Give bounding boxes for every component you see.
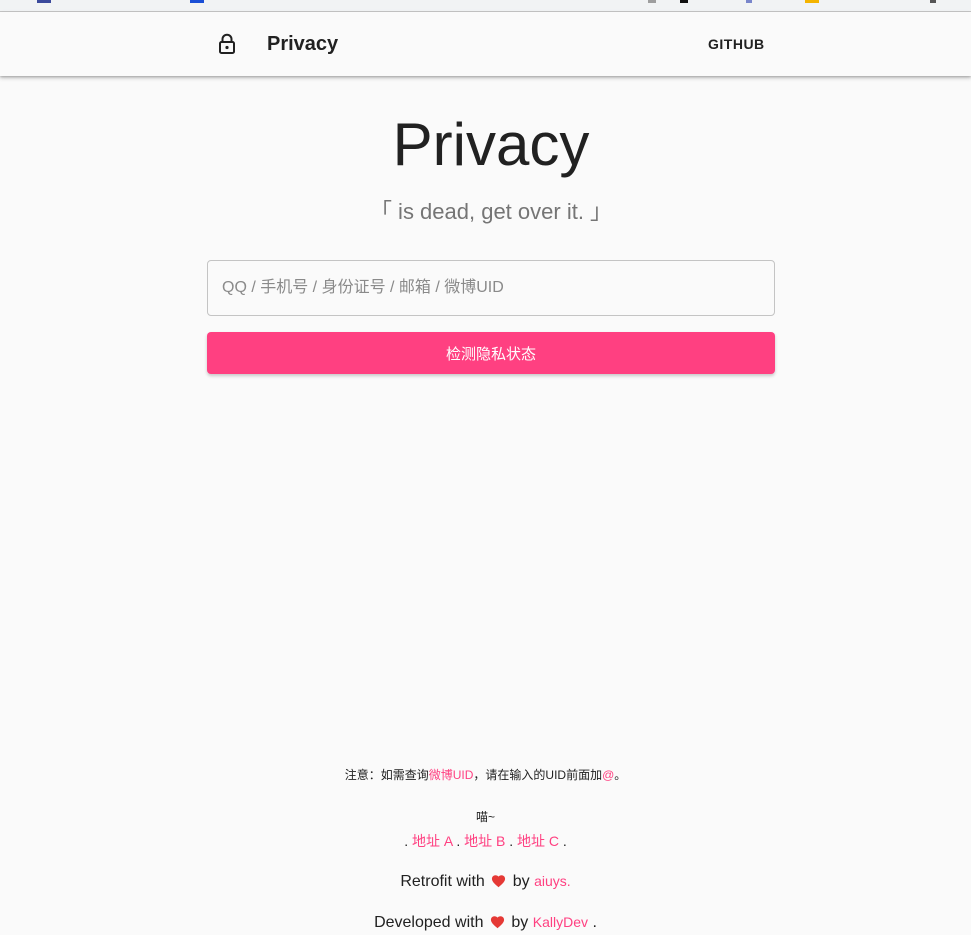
developed-suffix: . — [592, 914, 597, 931]
browser-extension-marker — [805, 0, 819, 3]
developed-prefix: Developed with — [374, 914, 484, 931]
browser-extension-marker — [648, 0, 656, 3]
lock-button[interactable] — [207, 24, 247, 64]
note-suffix: 。 — [614, 768, 627, 782]
query-input[interactable] — [207, 260, 775, 316]
footer: 注意：如需查询微博UID，请在输入的UID前面加@。 喵~ . 地址 A . 地… — [0, 765, 971, 933]
app-title: Privacy — [267, 33, 339, 55]
browser-chrome-strip — [0, 0, 971, 12]
hero-title: Privacy — [392, 111, 590, 178]
browser-tab-marker — [190, 0, 204, 3]
mirror-separator: . — [562, 833, 567, 849]
mirror-separator: . — [456, 833, 461, 849]
note-middle: ，请在输入的UID前面加 — [473, 768, 603, 782]
mirror-separator: . — [509, 833, 514, 849]
retrofit-credit: Retrofit with by aiuys. — [0, 871, 971, 892]
developed-author-link[interactable]: KallyDev — [533, 914, 588, 930]
github-link[interactable]: GITHUB — [700, 32, 773, 56]
developed-by: by — [511, 914, 529, 931]
developed-credit: Developed with by KallyDev . — [0, 912, 971, 933]
mirror-separator: . — [404, 833, 409, 849]
hero-subtitle: 「 is dead, get over it. 」 — [369, 199, 613, 224]
weibo-uid-link[interactable]: 微博UID — [429, 768, 474, 782]
browser-extension-marker — [746, 0, 752, 3]
mirror-link-c[interactable]: 地址 C — [517, 833, 559, 849]
at-symbol-link[interactable]: @ — [602, 768, 614, 782]
heart-icon — [490, 916, 504, 929]
note-prefix: 注意：如需查询 — [344, 768, 429, 782]
retrofit-by: by — [512, 873, 530, 890]
browser-extension-marker — [680, 0, 688, 3]
retrofit-author-link[interactable]: aiuys. — [534, 873, 571, 889]
mirror-link-a[interactable]: 地址 A — [412, 833, 452, 849]
mirror-links: . 地址 A . 地址 B . 地址 C . — [0, 831, 971, 851]
check-privacy-button[interactable]: 检测隐私状态 — [207, 332, 775, 374]
mirror-link-b[interactable]: 地址 B — [464, 833, 505, 849]
meow-text: 喵~ — [475, 810, 495, 824]
lock-open-icon — [219, 33, 235, 54]
retrofit-prefix: Retrofit with — [400, 873, 485, 890]
heart-icon — [492, 875, 506, 888]
browser-extension-marker — [930, 0, 936, 3]
main-content: Privacy 「 is dead, get over it. 」 检测隐私状态 — [207, 76, 775, 374]
app-bar: Privacy GITHUB — [0, 12, 971, 76]
footer-note: 注意：如需查询微博UID，请在输入的UID前面加@。 — [0, 765, 971, 785]
browser-tab-marker — [37, 0, 51, 3]
